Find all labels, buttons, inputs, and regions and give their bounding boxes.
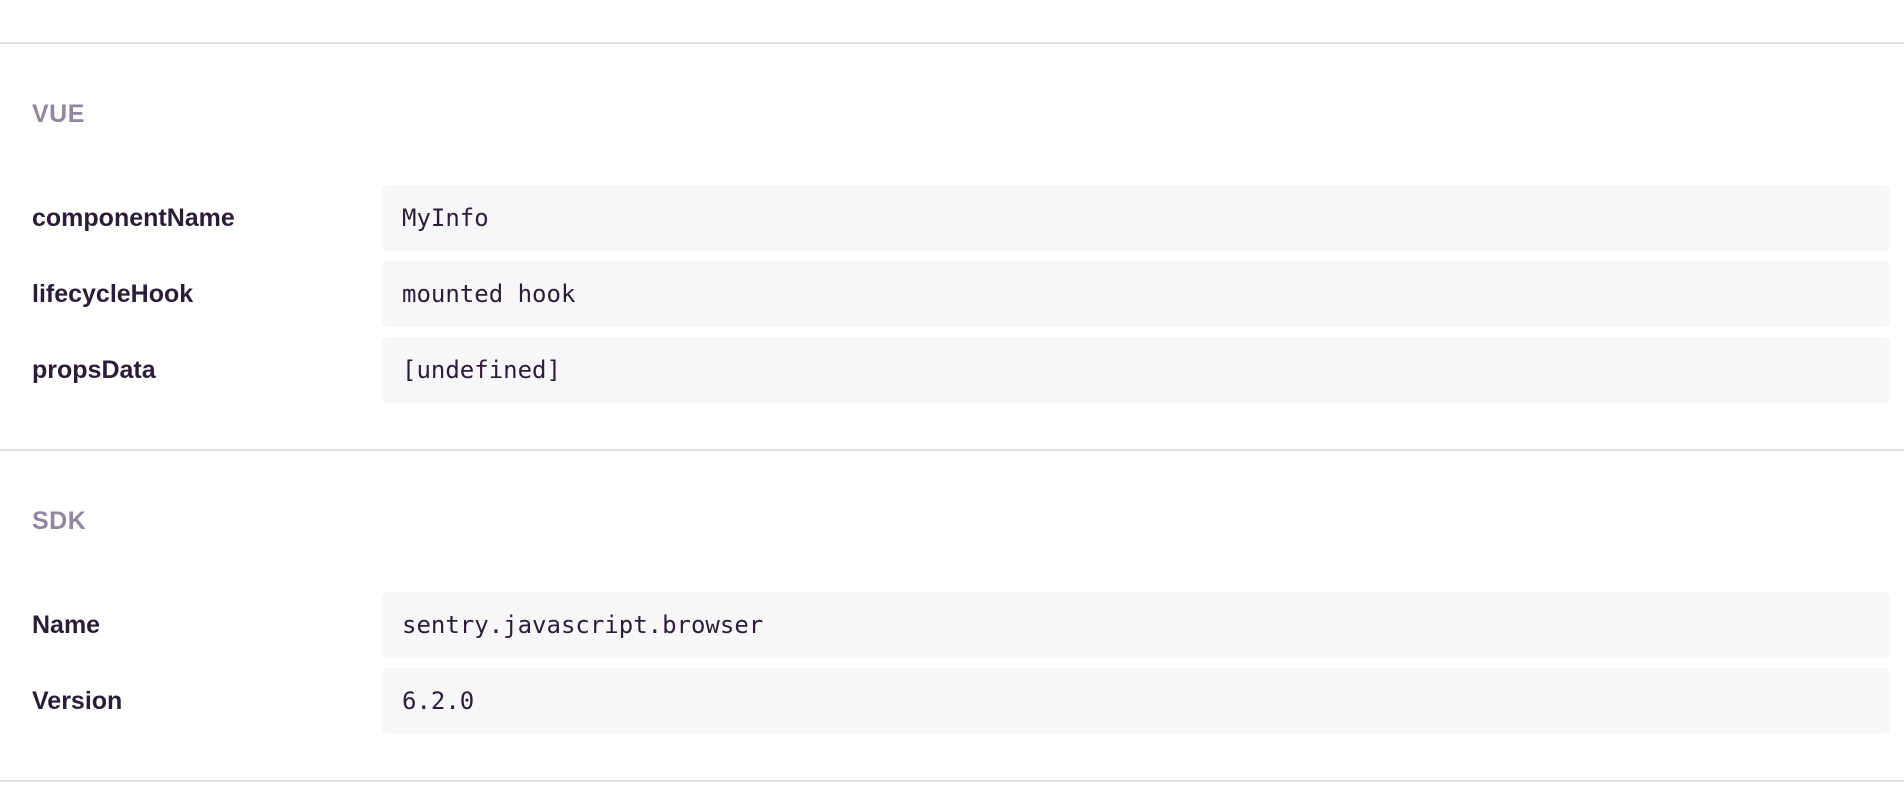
kv-key: propsData — [32, 355, 156, 384]
kv-row-componentname: componentName MyInfo — [32, 185, 1890, 251]
sdk-context-section: SDK Name sentry.javascript.browser Versi… — [0, 451, 1904, 782]
kv-value[interactable]: 6.2.0 — [382, 668, 1890, 734]
top-divider — [0, 0, 1904, 44]
kv-row-lifecyclehook: lifecycleHook mounted hook — [32, 261, 1890, 327]
vue-context-section: VUE componentName MyInfo lifecycleHook m… — [0, 44, 1904, 451]
key-value-list: Name sentry.javascript.browser Version 6… — [32, 592, 1890, 734]
kv-row-propsdata: propsData [undefined] — [32, 337, 1890, 403]
kv-key: Name — [32, 610, 101, 639]
section-title: VUE — [32, 100, 85, 128]
kv-value[interactable]: sentry.javascript.browser — [382, 592, 1890, 658]
kv-row-version: Version 6.2.0 — [32, 668, 1890, 734]
kv-value[interactable]: mounted hook — [382, 261, 1890, 327]
kv-value[interactable]: MyInfo — [382, 185, 1890, 251]
kv-key: lifecycleHook — [32, 279, 194, 308]
kv-key: componentName — [32, 203, 235, 232]
kv-key: Version — [32, 686, 123, 715]
kv-value[interactable]: [undefined] — [382, 337, 1890, 403]
key-value-list: componentName MyInfo lifecycleHook mount… — [32, 185, 1890, 403]
section-title: SDK — [32, 507, 87, 535]
kv-row-name: Name sentry.javascript.browser — [32, 592, 1890, 658]
